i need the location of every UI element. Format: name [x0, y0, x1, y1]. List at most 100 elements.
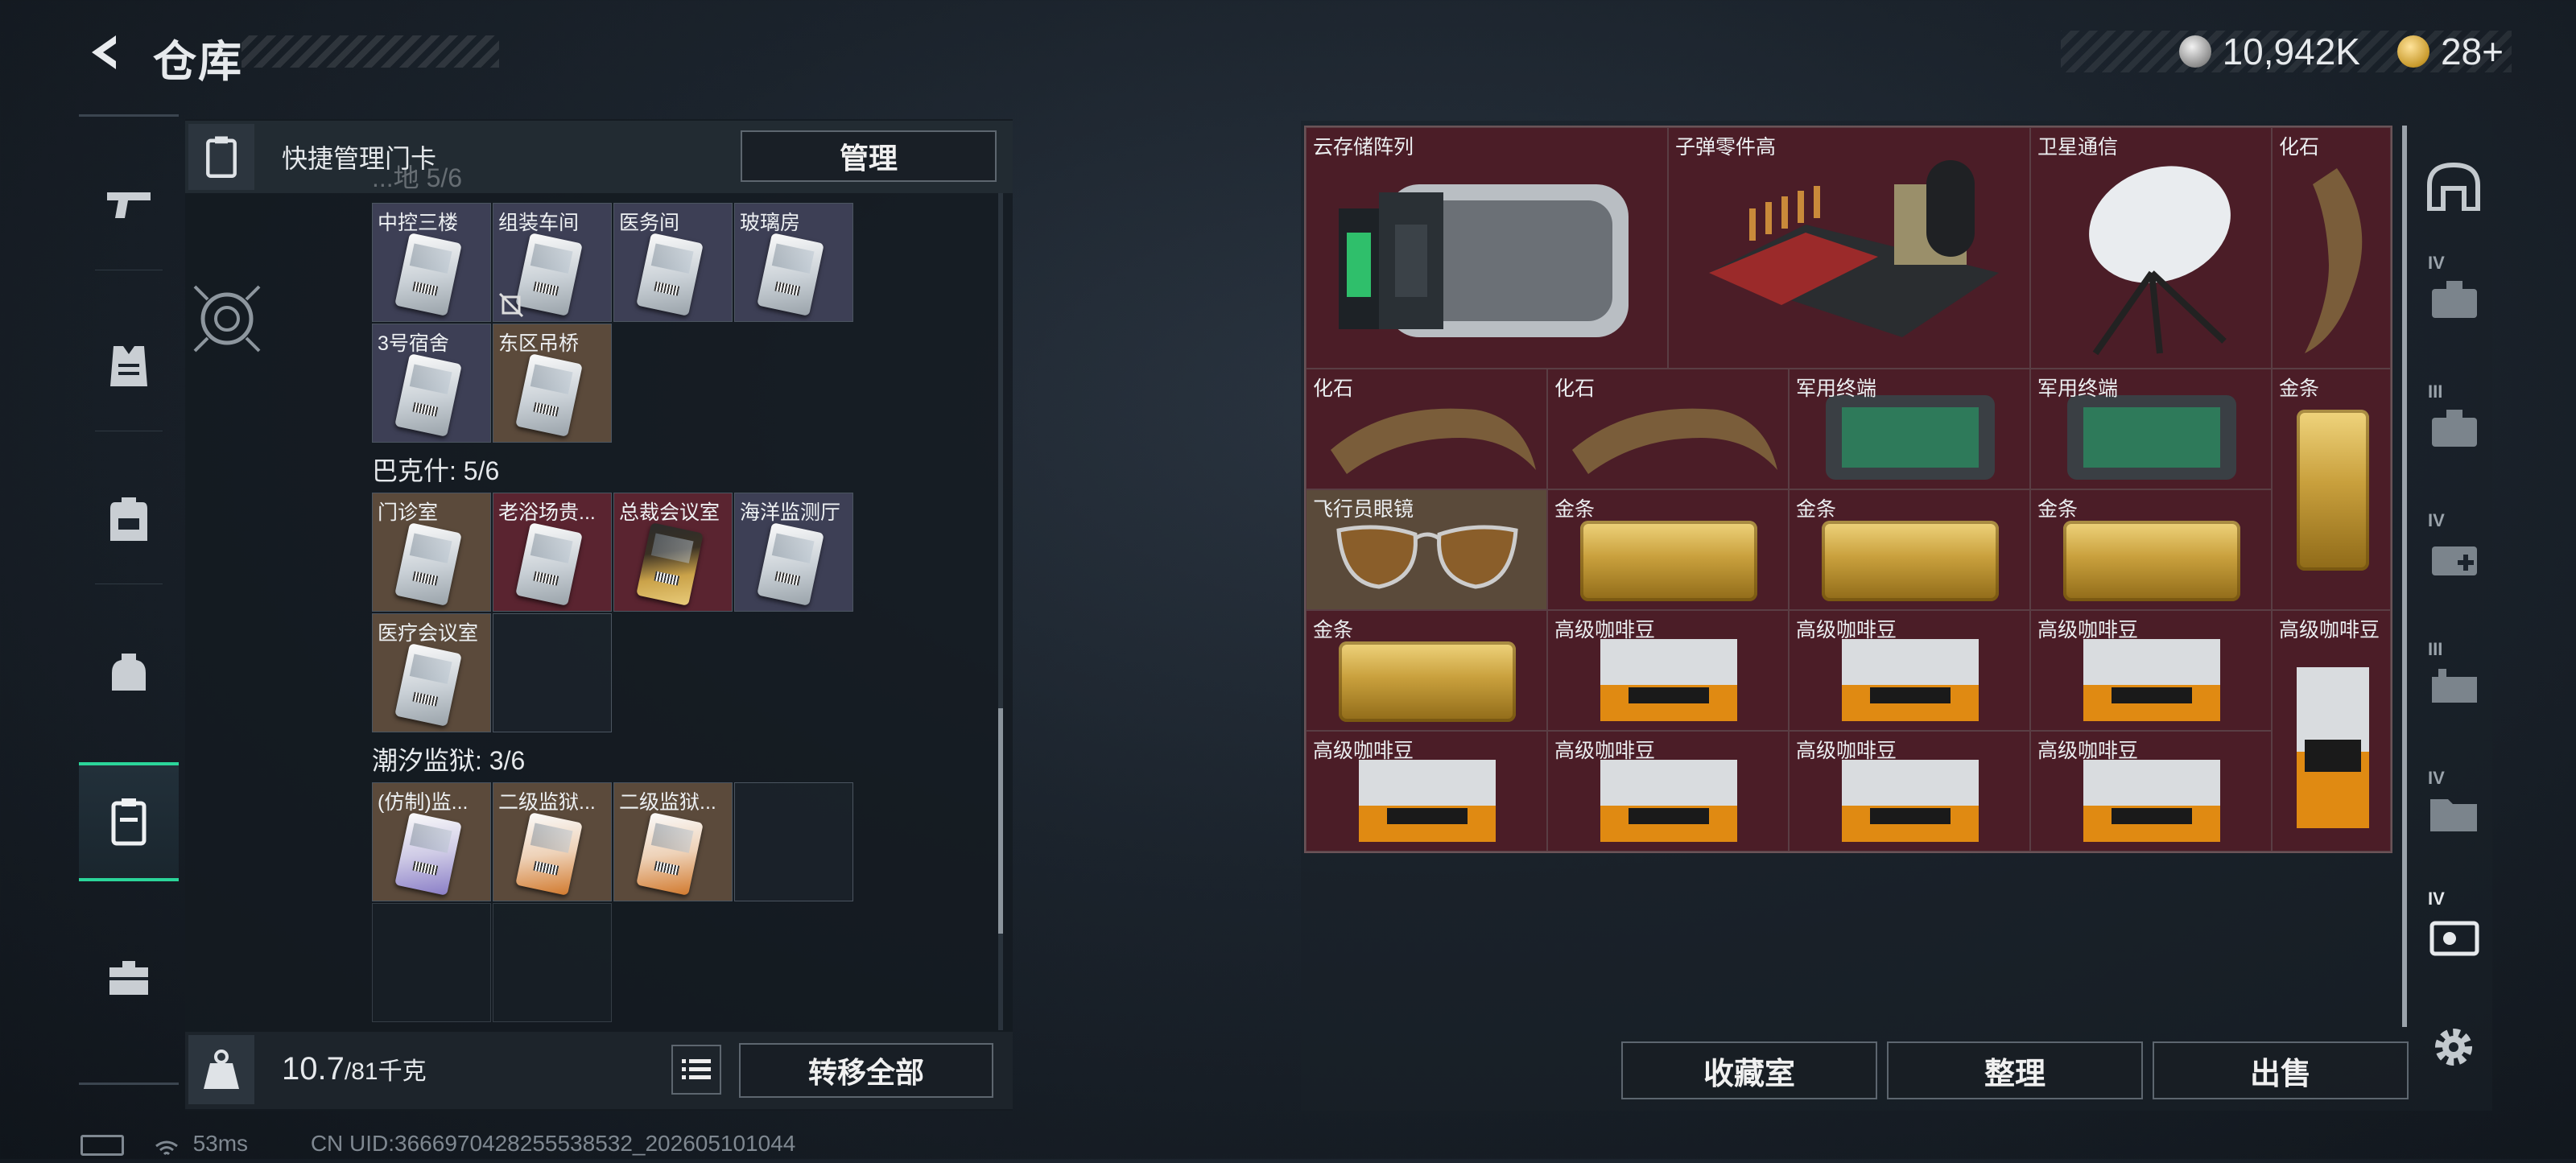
tab-armor[interactable] [79, 310, 179, 423]
keycard-holder-icon [111, 798, 147, 846]
item-gold-bar[interactable]: 金条 [1547, 489, 1789, 610]
item-military-terminal[interactable]: 军用终端 [2030, 369, 2272, 489]
keycard-slot[interactable]: 门诊室 [372, 493, 491, 612]
tab-keycards[interactable] [79, 762, 179, 881]
tab-keycard-storage[interactable]: IV [2417, 882, 2491, 987]
tab-weapons[interactable] [79, 149, 179, 262]
keycard-label: 二级监狱... [619, 791, 716, 814]
section-title-3: 潮汐监狱: 3/6 [372, 746, 526, 775]
scope-icon [190, 282, 264, 356]
keycard-label: 东区吊桥 [498, 332, 580, 355]
item-label: 云存储阵列 [1313, 136, 1414, 159]
keycard-slot[interactable]: 玻璃房 [734, 203, 853, 322]
keycard-slot[interactable]: 东区吊桥 [493, 324, 612, 443]
tab-storage-page[interactable]: IV [2417, 246, 2491, 351]
item-gold-bar[interactable]: 金条 [2272, 369, 2391, 610]
item-cloud-storage-array[interactable]: 云存储阵列 [1306, 127, 1668, 369]
empty-slot[interactable] [734, 782, 853, 901]
coffee-bag-art [1359, 760, 1496, 842]
medical-case-icon [2432, 546, 2477, 575]
fossil-claw-art [2305, 168, 2363, 353]
tab-all-storage[interactable] [2417, 134, 2491, 238]
item-gold-bar[interactable]: 金条 [1789, 489, 2030, 610]
keycard-slot[interactable]: (仿制)监... [372, 782, 491, 901]
gold-coin-icon [2396, 35, 2429, 68]
status-bar: 53ms CN UID:3666970428255538532_20260510… [80, 1131, 795, 1157]
weight-icon [188, 1035, 254, 1104]
tab-storage-page[interactable]: III [2417, 633, 2491, 737]
item-coffee-beans[interactable]: 高级咖啡豆 [1789, 731, 2030, 852]
item-ammo-parts[interactable]: 子弹零件高 [1668, 127, 2030, 369]
item-coffee-beans[interactable]: 高级咖啡豆 [1547, 610, 1789, 731]
coffee-bag-art [1600, 639, 1737, 721]
manage-button[interactable]: 管理 [741, 130, 997, 182]
empty-slot[interactable] [372, 903, 491, 1022]
tab-pouch[interactable] [79, 616, 179, 728]
empty-slot[interactable] [493, 613, 612, 732]
item-label: 金条 [2279, 377, 2320, 400]
storage-scrollbar[interactable] [2402, 126, 2407, 1027]
keycard-slot[interactable]: 医务间 [613, 203, 733, 322]
coffee-bag-art [1600, 760, 1737, 842]
item-satellite-comm[interactable]: 卫星通信 [2030, 127, 2272, 369]
back-button[interactable] [77, 24, 134, 80]
silver-amount: 10,942K [2222, 31, 2360, 72]
collection-room-button[interactable]: 收藏室 [1621, 1041, 1877, 1099]
empty-slot[interactable] [493, 903, 612, 1022]
item-coffee-beans[interactable]: 高级咖啡豆 [1547, 731, 1789, 852]
keycard-slot[interactable]: 医疗会议室 [372, 613, 491, 732]
case-icon [2432, 410, 2477, 447]
keycard-label: (仿制)监... [378, 791, 469, 814]
gold-bar-art [2063, 521, 2240, 601]
keycard-slot[interactable]: 二级监狱... [613, 782, 733, 901]
tab-storage-page[interactable]: IV [2417, 504, 2491, 608]
keycard-slot[interactable]: 老浴场贵... [493, 493, 612, 612]
satellite-dish-art [2089, 166, 2231, 356]
item-fossil[interactable]: 化石 [1306, 369, 1547, 489]
tab-storage-page[interactable]: III [2417, 375, 2491, 480]
keycard-slot[interactable]: 3号宿舍 [372, 324, 491, 443]
item-fossil[interactable]: 化石 [1547, 369, 1789, 489]
item-label: 高级咖啡豆 [2037, 619, 2139, 641]
item-coffee-beans[interactable]: 高级咖啡豆 [2030, 731, 2272, 852]
tab-level-label: IV [2428, 253, 2445, 273]
settings-button[interactable] [2417, 995, 2491, 1099]
keycard-label: 医疗会议室 [378, 622, 479, 645]
coffee-bag-art [2083, 639, 2220, 721]
right-tab-bar: IV III IV III IV IV [2412, 126, 2496, 1091]
sell-button[interactable]: 出售 [2153, 1041, 2409, 1099]
item-label: 军用终端 [1796, 377, 1877, 400]
keycard-slot[interactable]: 总裁会议室 [613, 493, 733, 612]
item-coffee-beans[interactable]: 高级咖啡豆 [2272, 610, 2391, 852]
item-label: 金条 [2037, 498, 2079, 521]
tab-toolbox[interactable] [79, 922, 179, 1034]
item-fossil[interactable]: 化石 [2272, 127, 2391, 369]
sort-button[interactable]: 整理 [1887, 1041, 2143, 1099]
item-military-terminal[interactable]: 军用终端 [1789, 369, 2030, 489]
item-gold-bar[interactable]: 金条 [1306, 610, 1547, 731]
item-coffee-beans[interactable]: 高级咖啡豆 [1306, 731, 1547, 852]
tab-storage-page[interactable]: IV [2417, 761, 2491, 866]
keycard-slot[interactable]: 组装车间 [493, 203, 612, 322]
tab-level-label: IV [2428, 510, 2445, 530]
item-label: 高级咖啡豆 [1796, 619, 1897, 641]
keycard-slot[interactable]: 二级监狱... [493, 782, 612, 901]
item-label: 卫星通信 [2037, 136, 2119, 159]
item-coffee-beans[interactable]: 高级咖啡豆 [1789, 610, 2030, 731]
item-label: 子弹零件高 [1675, 136, 1777, 159]
tab-backpack[interactable] [79, 463, 179, 575]
item-aviator-glasses[interactable]: 飞行员眼镜 [1306, 489, 1547, 610]
keycard-label: 总裁会议室 [619, 501, 720, 524]
coffee-bag-art [2083, 760, 2220, 842]
coffee-bag-art [2297, 667, 2369, 828]
item-gold-bar[interactable]: 金条 [2030, 489, 2272, 610]
keycard-label: 老浴场贵... [498, 501, 596, 524]
item-coffee-beans[interactable]: 高级咖啡豆 [2030, 610, 2272, 731]
list-view-button[interactable] [671, 1045, 721, 1095]
ammo-box-icon [2432, 669, 2477, 703]
keycard-slot[interactable]: 海洋监测厅 [734, 493, 853, 612]
ping-text: 53ms [192, 1131, 249, 1156]
keycard-slot[interactable]: 中控三楼 [372, 203, 491, 322]
keycard-scroll-thumb[interactable] [998, 708, 1003, 934]
transfer-all-button[interactable]: 转移全部 [739, 1043, 993, 1098]
